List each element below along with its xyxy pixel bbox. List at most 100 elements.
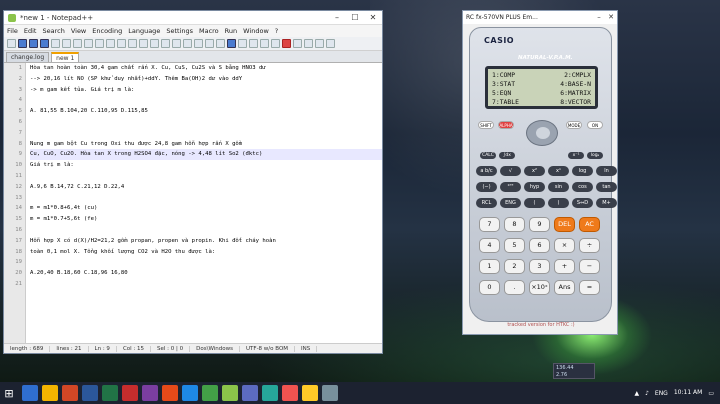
save-macro-icon[interactable]: [326, 39, 335, 48]
code-line[interactable]: m = m1*0.7+5,6t (fe): [30, 214, 382, 225]
code-line[interactable]: -> m gam kết tủa. Giá trị m là:: [30, 85, 382, 96]
digit-3-key[interactable]: 3: [529, 259, 550, 274]
fraction-key[interactable]: a b/c: [476, 166, 497, 176]
close-icon[interactable]: ✕: [364, 11, 382, 25]
app-icon[interactable]: [242, 385, 258, 401]
excel-icon[interactable]: [102, 385, 118, 401]
close-file-icon[interactable]: [51, 39, 60, 48]
volume-icon[interactable]: ♪: [645, 390, 649, 397]
digit-4-key[interactable]: 4: [479, 238, 500, 253]
code-line[interactable]: Cu, CuO, Cu2O. Hòa tan X trong H2SO4 đặc…: [30, 149, 382, 161]
ac-key[interactable]: AC: [579, 217, 600, 232]
pdf-icon[interactable]: [122, 385, 138, 401]
language-indicator[interactable]: ENG: [655, 390, 668, 397]
code-line[interactable]: toàn 0,1 mol X. Tổng khối lượng CO2 và H…: [30, 247, 382, 258]
digit-6-key[interactable]: 6: [529, 238, 550, 253]
menu-run[interactable]: Run: [225, 27, 237, 35]
shift-key[interactable]: SHIFT: [478, 121, 494, 129]
func-list-icon[interactable]: [260, 39, 269, 48]
code-line[interactable]: [30, 257, 382, 268]
open-paren-key[interactable]: (: [524, 198, 545, 208]
onenote-icon[interactable]: [142, 385, 158, 401]
app-icon[interactable]: [202, 385, 218, 401]
cos-key[interactable]: cos: [572, 182, 593, 192]
digit-5-key[interactable]: 5: [504, 238, 525, 253]
powerpoint-icon[interactable]: [62, 385, 78, 401]
menu-edit[interactable]: Edit: [24, 27, 37, 35]
rcl-key[interactable]: RCL: [476, 198, 497, 208]
doc-map-icon[interactable]: [249, 39, 258, 48]
code-line[interactable]: [30, 117, 382, 128]
tab-change-log[interactable]: change.log: [6, 52, 50, 62]
wrap-icon[interactable]: [205, 39, 214, 48]
code-line[interactable]: --> 20,16 lít NO (SP khử duy nhất)+ddY. …: [30, 74, 382, 85]
redo-icon[interactable]: [128, 39, 137, 48]
logab-key[interactable]: logₐ: [587, 152, 603, 159]
file-explorer-icon[interactable]: [42, 385, 58, 401]
code-line[interactable]: [30, 193, 382, 204]
minimize-icon[interactable]: –: [328, 11, 346, 25]
run-macro-icon[interactable]: [315, 39, 324, 48]
degree-key[interactable]: °'": [500, 182, 521, 192]
sync-v-icon[interactable]: [183, 39, 192, 48]
menu-language[interactable]: Language: [128, 27, 160, 35]
on-key[interactable]: ON: [587, 121, 603, 129]
app-icon[interactable]: [302, 385, 318, 401]
code-line[interactable]: A. 81,55 B.104,20 C.110,95 D.115,85: [30, 106, 382, 117]
save-all-icon[interactable]: [40, 39, 49, 48]
alpha-key[interactable]: ALPHA: [498, 121, 514, 129]
digit-7-key[interactable]: 7: [479, 217, 500, 232]
network-icon[interactable]: ▲: [634, 390, 639, 397]
divide-key[interactable]: ÷: [579, 238, 600, 253]
ln-key[interactable]: ln: [596, 166, 617, 176]
zoom-in-icon[interactable]: [161, 39, 170, 48]
digit-8-key[interactable]: 8: [504, 217, 525, 232]
zoom-out-icon[interactable]: [172, 39, 181, 48]
code-line[interactable]: [30, 171, 382, 182]
menu-view[interactable]: View: [71, 27, 86, 35]
sd-key[interactable]: S⇔D: [572, 198, 593, 208]
log-key[interactable]: log: [572, 166, 593, 176]
calculator-titlebar[interactable]: RC fx-570VN PLUS Em... – ✕: [463, 11, 617, 24]
replace-icon[interactable]: [150, 39, 159, 48]
menu-search[interactable]: Search: [42, 27, 64, 35]
eng-key[interactable]: ENG: [500, 198, 521, 208]
new-file-icon[interactable]: [7, 39, 16, 48]
inverse-key[interactable]: x⁻¹: [568, 152, 584, 159]
code-line[interactable]: Nung m gam bột Cu trong Oxi thu được 24,…: [30, 139, 382, 150]
app-icon[interactable]: [322, 385, 338, 401]
open-file-icon[interactable]: [18, 39, 27, 48]
sqrt-key[interactable]: √: [500, 166, 521, 176]
lang-icon[interactable]: [238, 39, 247, 48]
square-key[interactable]: x²: [524, 166, 545, 176]
digit-9-key[interactable]: 9: [529, 217, 550, 232]
replay-dpad[interactable]: [526, 120, 558, 146]
code-line[interactable]: Hỗn hợp X có d(X)/H2=21,2 gồm propan, pr…: [30, 236, 382, 247]
code-line[interactable]: Giá trị m là:: [30, 160, 382, 171]
record-macro-icon[interactable]: [282, 39, 291, 48]
exp10-key[interactable]: ×10ˣ: [529, 280, 550, 295]
maximize-icon[interactable]: ☐: [346, 11, 364, 25]
menu-settings[interactable]: Settings: [166, 27, 193, 35]
notification-icon[interactable]: ▭: [708, 390, 714, 397]
menu-help[interactable]: ?: [275, 27, 278, 35]
word-icon[interactable]: [82, 385, 98, 401]
menu-file[interactable]: File: [7, 27, 18, 35]
digit-0-key[interactable]: 0: [479, 280, 500, 295]
ie-icon[interactable]: [22, 385, 38, 401]
code-line[interactable]: A.9,6 B.14,72 C.21,12 D.22,4: [30, 182, 382, 193]
multiply-key[interactable]: ×: [554, 238, 575, 253]
tan-key[interactable]: tan: [596, 182, 617, 192]
sync-h-icon[interactable]: [194, 39, 203, 48]
find-icon[interactable]: [139, 39, 148, 48]
minus-key[interactable]: −: [579, 259, 600, 274]
app-icon[interactable]: [162, 385, 178, 401]
notepad-titlebar[interactable]: *new 1 - Notepad++ – ☐ ✕: [4, 11, 382, 25]
power-key[interactable]: xⁿ: [548, 166, 569, 176]
clock[interactable]: 10:11 AM: [674, 389, 702, 397]
code-line[interactable]: [30, 279, 382, 290]
close-all-icon[interactable]: [62, 39, 71, 48]
print-icon[interactable]: [73, 39, 82, 48]
copy-icon[interactable]: [95, 39, 104, 48]
integral-key[interactable]: ∫dx: [499, 152, 515, 159]
